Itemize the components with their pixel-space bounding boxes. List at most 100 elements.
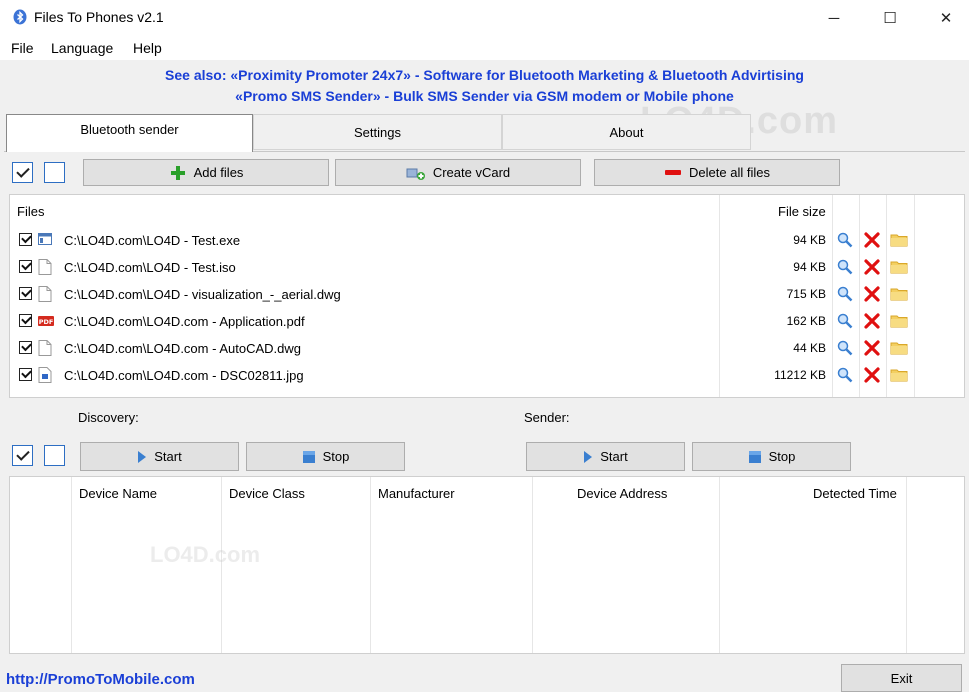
preview-magnifier-icon[interactable] — [836, 285, 854, 303]
blank-file-icon — [38, 340, 52, 356]
image-file-icon — [38, 367, 52, 383]
delete-x-icon[interactable] — [863, 312, 881, 330]
discovery-start-label: Start — [154, 449, 182, 464]
file-checkbox[interactable] — [19, 287, 32, 300]
column-separator — [71, 477, 72, 653]
file-name: C:\LO4D.com\LO4D - Test.iso — [64, 260, 236, 275]
menu-help[interactable]: Help — [133, 40, 162, 56]
sender-stop-button[interactable]: Stop — [692, 442, 851, 471]
uncheck-all-files[interactable] — [44, 162, 65, 183]
delete-all-files-button[interactable]: Delete all files — [594, 159, 840, 186]
sender-start-button[interactable]: Start — [526, 442, 685, 471]
promotomobile-link[interactable]: http://PromoToMobile.com — [6, 671, 195, 688]
promo-line-1[interactable]: See also: «Proximity Promoter 24x7» - So… — [0, 67, 969, 83]
file-checkbox[interactable] — [19, 233, 32, 246]
pdf-icon: PDF — [38, 313, 54, 329]
bluetooth-app-icon — [13, 9, 27, 25]
open-folder-icon[interactable] — [890, 366, 908, 384]
file-checkbox[interactable] — [19, 260, 32, 273]
delete-x-icon[interactable] — [863, 231, 881, 249]
check-all-devices[interactable] — [12, 445, 33, 466]
vcard-icon — [406, 168, 425, 180]
exit-label: Exit — [890, 670, 913, 686]
tab-settings[interactable]: Settings — [253, 114, 502, 150]
sender-start-label: Start — [600, 449, 628, 464]
preview-magnifier-icon[interactable] — [836, 366, 854, 384]
column-detected-time[interactable]: Detected Time — [813, 486, 897, 501]
header-files[interactable]: Files — [17, 204, 44, 219]
minus-icon — [665, 169, 682, 175]
stop-icon — [748, 450, 761, 463]
tab-label: Bluetooth sender — [80, 122, 179, 137]
file-row[interactable]: C:\LO4D.com\LO4D.com - DSC02811.jpg 11212… — [10, 362, 964, 389]
open-folder-icon[interactable] — [890, 231, 908, 249]
delete-x-icon[interactable] — [863, 258, 881, 276]
discovery-label: Discovery: — [78, 410, 139, 425]
promo-line-2[interactable]: «Promo SMS Sender» - Bulk SMS Sender via… — [0, 88, 969, 104]
file-checkbox[interactable] — [19, 314, 32, 327]
file-checkbox[interactable] — [19, 368, 32, 381]
exe-icon — [38, 232, 52, 248]
blank-file-icon — [38, 286, 52, 302]
column-separator — [532, 477, 533, 653]
file-row[interactable]: C:\LO4D.com\LO4D - Test.exe 94 KB — [10, 227, 964, 254]
play-icon — [138, 450, 147, 463]
file-row[interactable]: C:\LO4D.com\LO4D - Test.iso 94 KB — [10, 254, 964, 281]
file-row[interactable]: PDF C:\LO4D.com\LO4D.com - Application.pd… — [10, 308, 964, 335]
blank-file-icon — [38, 259, 52, 275]
file-checkbox[interactable] — [19, 341, 32, 354]
discovery-stop-label: Stop — [322, 449, 350, 464]
minimize-button[interactable]: ─ — [811, 0, 857, 36]
preview-magnifier-icon[interactable] — [836, 339, 854, 357]
tab-about[interactable]: About — [502, 114, 751, 150]
preview-magnifier-icon[interactable] — [836, 312, 854, 330]
file-size: 715 KB — [786, 287, 826, 301]
check-all-files[interactable] — [12, 162, 33, 183]
file-size: 94 KB — [793, 260, 826, 274]
uncheck-all-devices[interactable] — [44, 445, 65, 466]
open-folder-icon[interactable] — [890, 285, 908, 303]
discovery-start-button[interactable]: Start — [80, 442, 239, 471]
svg-text:PDF: PDF — [39, 318, 54, 326]
file-row[interactable]: C:\LO4D.com\LO4D.com - AutoCAD.dwg 44 KB — [10, 335, 964, 362]
add-files-label: Add files — [193, 165, 244, 180]
sender-stop-label: Stop — [768, 449, 796, 464]
column-device-address[interactable]: Device Address — [577, 486, 667, 501]
delete-x-icon[interactable] — [863, 366, 881, 384]
delete-x-icon[interactable] — [863, 285, 881, 303]
files-list[interactable]: Files File size C:\LO4D.com\LO4D - Test.… — [9, 194, 965, 398]
open-folder-icon[interactable] — [890, 312, 908, 330]
tab-label: Settings — [354, 124, 401, 140]
open-folder-icon[interactable] — [890, 339, 908, 357]
plus-icon — [170, 165, 185, 180]
file-row[interactable]: C:\LO4D.com\LO4D - visualization_-_aeria… — [10, 281, 964, 308]
preview-magnifier-icon[interactable] — [836, 231, 854, 249]
file-name: C:\LO4D.com\LO4D - Test.exe — [64, 233, 241, 248]
file-size: 11212 KB — [774, 368, 826, 382]
header-file-size[interactable]: File size — [778, 204, 826, 219]
menu-language[interactable]: Language — [51, 40, 113, 56]
watermark-small: LO4D.com — [150, 542, 261, 567]
file-name: C:\LO4D.com\LO4D - visualization_-_aeria… — [64, 287, 341, 302]
maximize-button[interactable]: ☐ — [867, 0, 913, 36]
tab-bluetooth-sender[interactable]: Bluetooth sender — [6, 114, 253, 152]
file-size: 94 KB — [793, 233, 826, 247]
discovery-stop-button[interactable]: Stop — [246, 442, 405, 471]
delete-all-label: Delete all files — [689, 165, 770, 180]
delete-x-icon[interactable] — [863, 339, 881, 357]
sender-label: Sender: — [524, 410, 570, 425]
column-separator — [370, 477, 371, 653]
preview-magnifier-icon[interactable] — [836, 258, 854, 276]
column-manufacturer[interactable]: Manufacturer — [378, 486, 455, 501]
column-device-class[interactable]: Device Class — [229, 486, 305, 501]
close-button[interactable]: ✕ — [923, 0, 969, 36]
menu-file[interactable]: File — [11, 40, 34, 56]
add-files-button[interactable]: Add files — [83, 159, 329, 186]
column-device-name[interactable]: Device Name — [79, 486, 157, 501]
stop-icon — [302, 450, 315, 463]
column-separator — [906, 477, 907, 653]
exit-button[interactable]: Exit — [841, 664, 962, 692]
open-folder-icon[interactable] — [890, 258, 908, 276]
create-vcard-label: Create vCard — [432, 165, 511, 180]
create-vcard-button[interactable]: Create vCard — [335, 159, 581, 186]
